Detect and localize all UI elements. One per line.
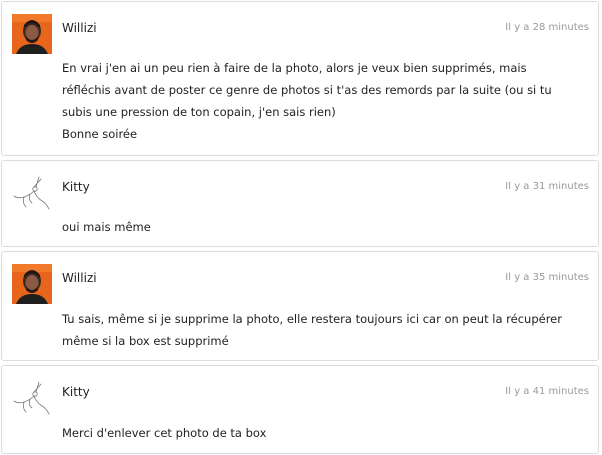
comment-body: oui mais même [62, 216, 572, 238]
comment-line: Bonne soirée [62, 127, 138, 141]
avatar[interactable] [12, 14, 52, 54]
comment-line: réfléchis avant de poster ce genre de ph… [62, 83, 552, 97]
author-name[interactable]: Kitty [62, 385, 90, 399]
comment-timestamp: Il y a 31 minutes [505, 181, 589, 192]
dancer-sketch-avatar-icon [12, 378, 52, 418]
comment-line: Tu sais, même si je supprime la photo, e… [62, 312, 562, 326]
comment-card: Willizi Il y a 28 minutes En vrai j'en a… [1, 1, 599, 156]
comment-timestamp: Il y a 28 minutes [505, 22, 589, 33]
dancer-sketch-avatar-icon [12, 173, 52, 213]
author-name[interactable]: Kitty [62, 180, 90, 194]
comment-card: Willizi Il y a 35 minutes Tu sais, même … [1, 251, 599, 361]
comment-line: oui mais même [62, 220, 151, 234]
comment-timestamp: Il y a 35 minutes [505, 272, 589, 283]
comment-line: Merci d'enlever cet photo de ta box [62, 426, 267, 440]
comment-card: Kitty Il y a 31 minutes oui mais même [1, 160, 599, 247]
comment-line: En vrai j'en ai un peu rien à faire de l… [62, 61, 527, 75]
author-name[interactable]: Willizi [62, 271, 97, 285]
avatar[interactable] [12, 173, 52, 213]
comment-line: subis une pression de ton copain, j'en s… [62, 105, 336, 119]
comment-card: Kitty Il y a 41 minutes Merci d'enlever … [1, 365, 599, 454]
avatar[interactable] [12, 378, 52, 418]
comment-line: même si la box est supprimé [62, 334, 229, 348]
comment-body: En vrai j'en ai un peu rien à faire de l… [62, 57, 572, 145]
author-name[interactable]: Willizi [62, 21, 97, 35]
comment-body: Merci d'enlever cet photo de ta box [62, 422, 572, 444]
comment-timestamp: Il y a 41 minutes [505, 386, 589, 397]
avatar[interactable] [12, 264, 52, 304]
male-portrait-avatar-icon [12, 264, 52, 304]
comment-body: Tu sais, même si je supprime la photo, e… [62, 308, 572, 352]
male-portrait-avatar-icon [12, 14, 52, 54]
